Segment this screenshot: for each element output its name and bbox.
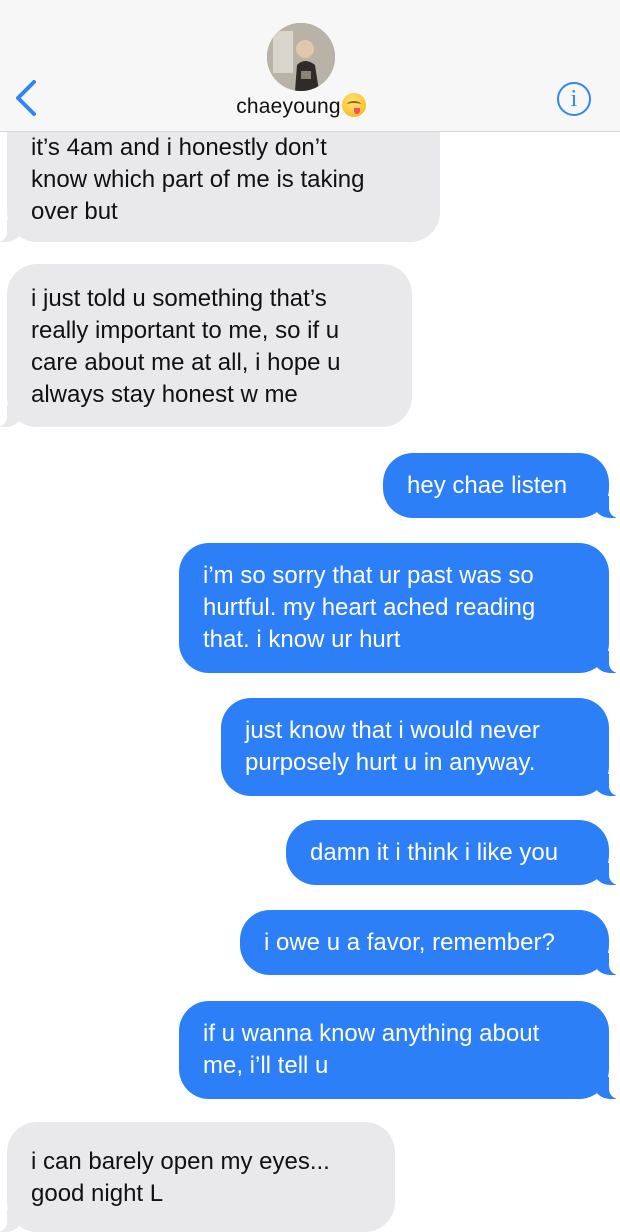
message-text: i owe u a favor, remember? xyxy=(264,929,555,956)
message-bubble-outgoing[interactable]: just know that i would never purposely h… xyxy=(221,698,620,796)
message-text: i can barely open my eyes... good night … xyxy=(31,1148,330,1207)
yum-face-emoji-icon xyxy=(341,93,366,117)
message-text: it’s 4am and i honestly don’t know which… xyxy=(31,134,365,225)
message-bubble-incoming[interactable]: i just told u something that’s really im… xyxy=(0,264,412,427)
message-text: if u wanna know anything about me, i’ll … xyxy=(203,1020,540,1079)
info-icon: i xyxy=(570,86,578,112)
message-text: i’m so sorry that ur past was so hurtful… xyxy=(203,562,536,653)
message-text: hey chae listen xyxy=(407,472,568,499)
message-text: just know that i would never purposely h… xyxy=(245,717,540,776)
message-bubble-incoming[interactable]: i can barely open my eyes... good night … xyxy=(0,1122,395,1232)
message-bubble-outgoing[interactable]: i owe u a favor, remember? xyxy=(240,910,620,975)
message-text: damn it i think i like you xyxy=(310,839,559,866)
message-bubble-outgoing[interactable]: hey chae listen xyxy=(383,453,620,518)
conversation-header: chaeyoung i xyxy=(0,0,620,132)
message-bubble-outgoing[interactable]: i’m so sorry that ur past was so hurtful… xyxy=(179,543,620,673)
message-text: i just told u something that’s really im… xyxy=(31,285,341,408)
info-button[interactable]: i xyxy=(557,82,591,116)
contact-name[interactable]: chaeyoung xyxy=(0,93,602,119)
contact-avatar[interactable] xyxy=(267,23,335,91)
avatar-photo xyxy=(267,23,335,91)
contact-name-text: chaeyoung xyxy=(236,95,341,118)
message-bubble-outgoing[interactable]: if u wanna know anything about me, i’ll … xyxy=(179,1001,620,1099)
message-bubble-outgoing[interactable]: damn it i think i like you xyxy=(286,820,620,885)
